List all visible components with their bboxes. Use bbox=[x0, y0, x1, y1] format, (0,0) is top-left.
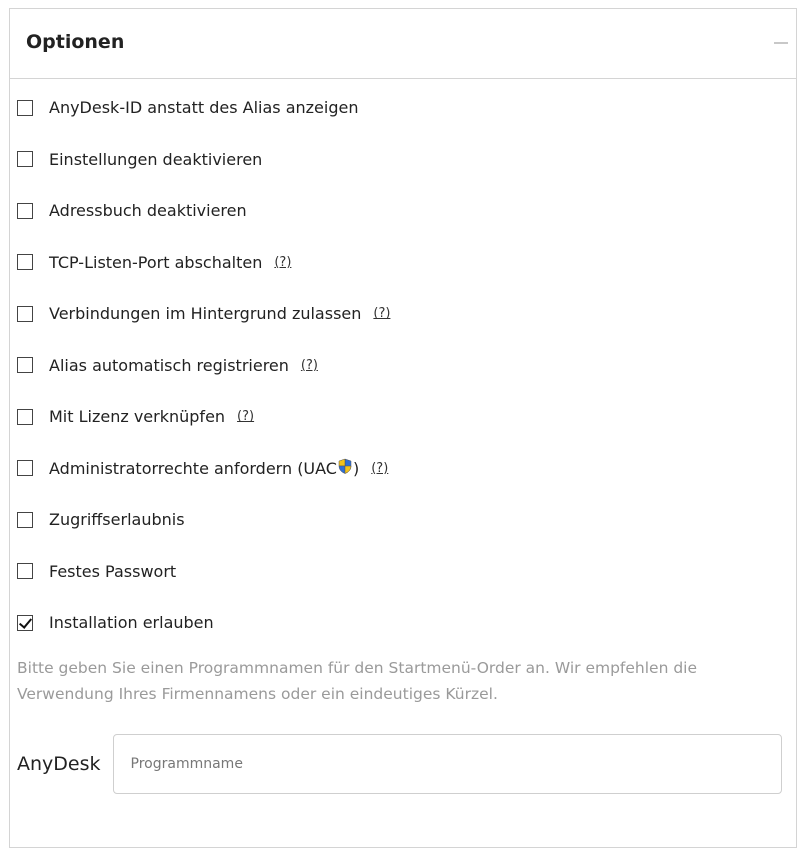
checkbox[interactable] bbox=[17, 151, 33, 168]
checkbox[interactable] bbox=[17, 460, 33, 477]
option-row[interactable]: Einstellungen deaktivieren bbox=[17, 134, 777, 186]
option-label: Zugriffserlaubnis bbox=[49, 510, 185, 530]
help-link[interactable]: (?) bbox=[237, 409, 254, 424]
program-name-input[interactable] bbox=[112, 734, 782, 794]
checkbox[interactable] bbox=[17, 408, 33, 425]
option-row[interactable]: Mit Lizenz verknüpfen (?) bbox=[17, 391, 777, 443]
checkbox[interactable] bbox=[17, 357, 33, 374]
panel-title: Optionen bbox=[26, 31, 125, 53]
option-row[interactable]: TCP-Listen-Port abschalten (?) bbox=[17, 237, 777, 289]
option-label: Festes Passwort bbox=[49, 561, 177, 581]
uac-shield-icon bbox=[338, 458, 352, 475]
checkbox[interactable] bbox=[17, 254, 33, 271]
checkbox[interactable] bbox=[17, 202, 33, 219]
collapse-icon[interactable] bbox=[774, 42, 788, 44]
option-label: Installation erlauben bbox=[49, 613, 214, 633]
option-label: Administratorrechte anfordern (UAC bbox=[49, 458, 337, 478]
checkbox[interactable] bbox=[17, 563, 33, 580]
option-label: Adressbuch deaktivieren bbox=[49, 201, 247, 221]
option-row[interactable]: Adressbuch deaktivieren bbox=[17, 185, 777, 237]
option-label: Einstellungen deaktivieren bbox=[49, 149, 263, 169]
checkbox[interactable] bbox=[17, 511, 33, 528]
options-list: AnyDesk-ID anstatt des Alias anzeigen Ein… bbox=[17, 82, 777, 649]
help-link[interactable]: (?) bbox=[371, 461, 388, 476]
help-link[interactable]: (?) bbox=[373, 306, 390, 321]
option-row[interactable]: Administratorrechte anfordern (UAC) (?) bbox=[17, 443, 777, 495]
option-row[interactable]: Verbindungen im Hintergrund zulassen (?) bbox=[17, 288, 777, 340]
panel-header: Optionen bbox=[10, 9, 796, 79]
help-link[interactable]: (?) bbox=[301, 358, 318, 373]
option-label: Alias automatisch registrieren bbox=[49, 355, 289, 375]
checkbox[interactable] bbox=[17, 99, 33, 116]
program-name-row: AnyDesk bbox=[17, 733, 782, 795]
option-label-suffix: ) bbox=[352, 458, 360, 478]
option-label: Verbindungen im Hintergrund zulassen bbox=[49, 304, 362, 324]
program-name-hint: Bitte geben Sie einen Programmnamen für … bbox=[17, 659, 698, 703]
checkbox[interactable] bbox=[17, 305, 33, 322]
option-label: AnyDesk-ID anstatt des Alias anzeigen bbox=[49, 98, 359, 118]
option-row[interactable]: Festes Passwort bbox=[17, 546, 777, 598]
option-row[interactable]: AnyDesk-ID anstatt des Alias anzeigen bbox=[17, 82, 777, 134]
option-row[interactable]: Alias automatisch registrieren (?) bbox=[17, 340, 777, 392]
option-row[interactable]: Installation erlauben bbox=[17, 597, 777, 649]
checkbox-checked[interactable] bbox=[17, 614, 33, 631]
help-link[interactable]: (?) bbox=[274, 255, 291, 270]
option-label: Mit Lizenz verknüpfen bbox=[49, 407, 226, 427]
option-row[interactable]: Zugriffserlaubnis bbox=[17, 494, 777, 546]
program-name-prefix: AnyDesk bbox=[17, 753, 101, 775]
option-label: TCP-Listen-Port abschalten bbox=[49, 252, 263, 272]
